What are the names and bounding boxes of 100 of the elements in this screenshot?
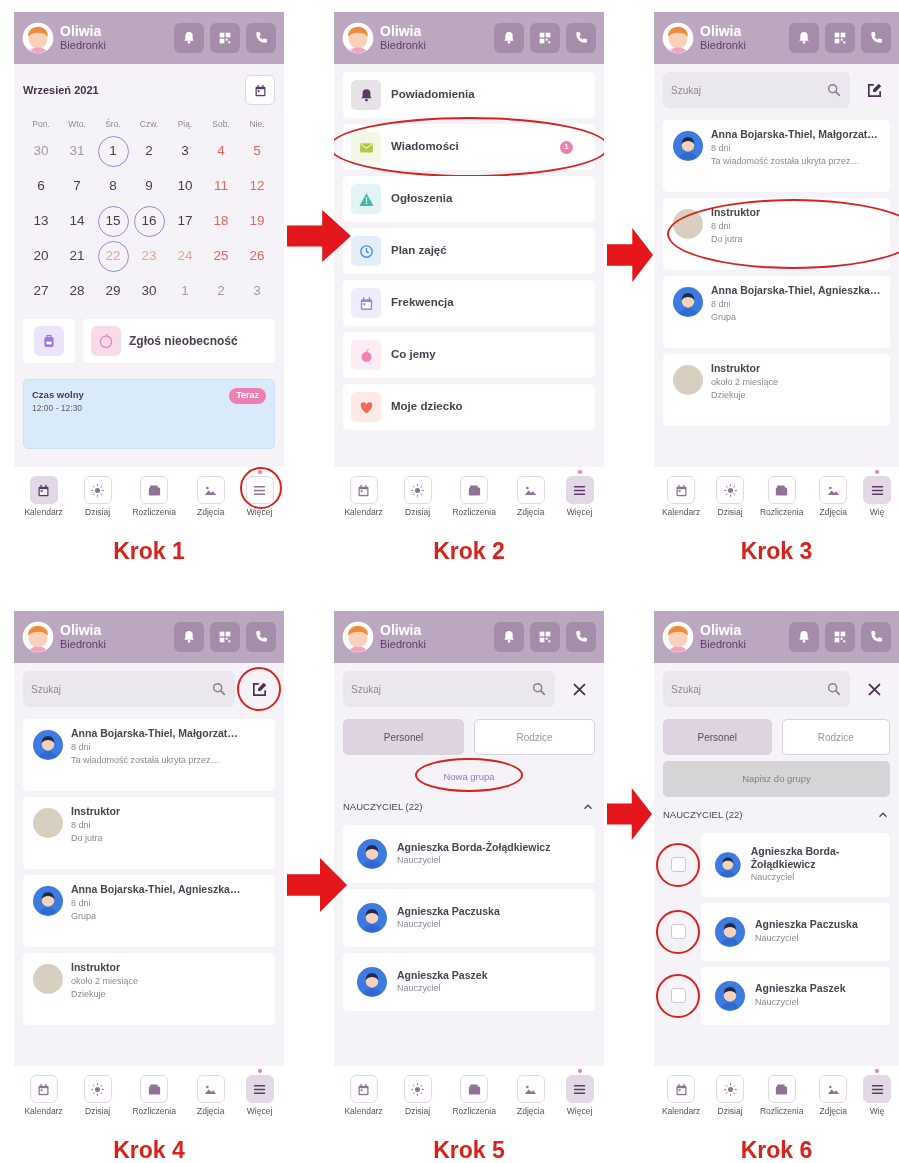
checkbox[interactable]	[670, 857, 686, 873]
conversation-item[interactable]: Anna Bojarska-Thiel, Małgorzat… 8 dni Ta wiadomość została ukryta przez…	[663, 120, 890, 192]
qr-code-button[interactable]	[210, 23, 240, 53]
calendar-day[interactable]: 14	[61, 206, 93, 237]
calendar-day[interactable]: 6	[25, 171, 57, 202]
sun-icon	[410, 1081, 426, 1097]
calendar-icon	[36, 1081, 52, 1097]
nav-tab[interactable]: Kalendarz	[661, 476, 701, 518]
backpack-button[interactable]	[23, 319, 75, 363]
nav-tab[interactable]: Rozliczenia	[759, 476, 804, 518]
step-arrow	[607, 788, 652, 840]
menu-item[interactable]: Ogłoszenia	[343, 176, 595, 222]
nav-tab[interactable]: Rozliczenia	[759, 1075, 804, 1117]
nav-tab[interactable]: Kalendarz	[344, 1075, 383, 1117]
section-title: NAUCZYCIEL (22)	[343, 800, 423, 815]
report-absence-button[interactable]: Zgłoś nieobecność	[83, 319, 275, 363]
contact-item[interactable]: Agnieszka Paczuska Nauczyciel	[701, 902, 890, 961]
conversation-item[interactable]: Instruktor 8 dni Do jutra	[663, 198, 890, 270]
bell-button[interactable]	[174, 622, 204, 652]
group-name: Biedronki	[380, 39, 427, 53]
bell-icon	[796, 30, 812, 46]
menu-item[interactable]: Frekwencja	[343, 280, 595, 326]
contact-item[interactable]: Agnieszka Borda-Żołądkiewicz Nauczyciel	[343, 825, 595, 884]
calendar-day[interactable]: 29	[97, 276, 129, 307]
conversation-item[interactable]: Instruktor około 2 miesiące Dziekuje	[663, 354, 890, 426]
qr-code-button[interactable]	[825, 622, 855, 652]
conversation-item[interactable]: Anna Bojarska-Thiel, Agnieszka… 8 dni Grupa	[23, 875, 275, 947]
menu-item[interactable]: Powiadomienia	[343, 72, 595, 118]
bell-button[interactable]	[174, 23, 204, 53]
bell-button[interactable]	[494, 23, 524, 53]
calendar-day[interactable]: 8	[97, 171, 129, 202]
calendar-day[interactable]: 2	[133, 136, 165, 167]
calendar-day[interactable]: 13	[25, 206, 57, 237]
search-field[interactable]: Szukaj	[23, 671, 235, 707]
checkbox[interactable]	[670, 988, 686, 1004]
calendar-day[interactable]: 17	[169, 206, 201, 237]
nav-tab[interactable]: Rozliczenia	[132, 476, 176, 518]
conversation-item[interactable]: Instruktor około 2 miesiące Dziekuje	[23, 953, 275, 1025]
child-name: Oliwia	[700, 622, 743, 639]
step-caption: Krok 5	[433, 1139, 505, 1162]
bell-icon	[796, 629, 812, 645]
menu-item[interactable]: Wiadomości 1	[343, 124, 595, 170]
conversation-item[interactable]: Anna Bojarska-Thiel, Agnieszka… 8 dni Grupa	[663, 276, 890, 348]
phone-button[interactable]	[861, 23, 891, 53]
person-avatar-icon	[673, 287, 703, 317]
checkbox[interactable]	[670, 924, 686, 940]
phone-button[interactable]	[861, 622, 891, 652]
menu-item[interactable]: Plan zajęć	[343, 228, 595, 274]
phone-button[interactable]	[246, 622, 276, 652]
message-time: około 2 miesiące	[711, 375, 779, 389]
calendar-day[interactable]: 10	[169, 171, 201, 202]
contact-item[interactable]: Agnieszka Paszek Nauczyciel	[701, 966, 890, 1025]
event-card[interactable]: Czas wolny 12:00 - 12:30 Teraz	[23, 379, 275, 449]
bell-button[interactable]	[789, 622, 819, 652]
calendar-button[interactable]	[245, 75, 275, 105]
conversation-item[interactable]: Instruktor 8 dni Do jutra	[23, 797, 275, 869]
bell-button[interactable]	[494, 622, 524, 652]
calendar-day[interactable]: 21	[61, 241, 93, 272]
nav-tab[interactable]: Kalendarz	[661, 1075, 701, 1117]
phone-button[interactable]	[566, 622, 596, 652]
phone-button[interactable]	[566, 23, 596, 53]
calendar-day[interactable]: 27	[25, 276, 57, 307]
search-field[interactable]: Szukaj	[343, 671, 555, 707]
search-field[interactable]: Szukaj	[663, 72, 850, 108]
phone-button[interactable]	[246, 23, 276, 53]
search-field[interactable]: Szukaj	[663, 671, 850, 707]
menu-item[interactable]: Moje dziecko	[343, 384, 595, 430]
calendar-day[interactable]: 3	[169, 136, 201, 167]
qr-code-button[interactable]	[825, 23, 855, 53]
contact-item[interactable]: Agnieszka Paszek Nauczyciel	[343, 953, 595, 1012]
message-time: 8 dni	[711, 219, 732, 233]
calendar-day[interactable]: 20	[25, 241, 57, 272]
message-time: 8 dni	[71, 740, 92, 754]
nav-tab[interactable]: Kalendarz	[24, 476, 63, 518]
step-arrow	[607, 228, 653, 282]
qr-code-button[interactable]	[210, 622, 240, 652]
calendar-day[interactable]: 9	[133, 171, 165, 202]
nav-tab[interactable]: Kalendarz	[344, 476, 383, 518]
calendar-day[interactable]: 7	[61, 171, 93, 202]
nav-tab[interactable]: Rozliczenia	[452, 1075, 496, 1117]
backpack-icon	[41, 333, 57, 349]
bell-button[interactable]	[789, 23, 819, 53]
conversation-item[interactable]: Anna Bojarska-Thiel, Małgorzat… 8 dni Ta wiadomość została ukryta przez…	[23, 719, 275, 791]
child-name: Oliwia	[380, 622, 423, 639]
contact-item[interactable]: Agnieszka Borda-Żołądkiewicz Nauczyciel	[701, 833, 890, 897]
sun-icon	[722, 1081, 738, 1097]
calendar-day[interactable]: 30	[133, 276, 165, 307]
calendar-day[interactable]: 28	[61, 276, 93, 307]
menu-item[interactable]: Co jemy	[343, 332, 595, 378]
nav-tab[interactable]: Rozliczenia	[132, 1075, 176, 1117]
contact-role: Nauczyciel	[755, 995, 800, 1009]
segment-tab[interactable]: Personel	[343, 719, 464, 755]
weekday-label: Pon.	[32, 118, 50, 131]
segment-tab[interactable]: Personel	[663, 719, 772, 755]
nav-tab[interactable]: Rozliczenia	[452, 476, 496, 518]
qr-code-button[interactable]	[530, 622, 560, 652]
qr-code-icon	[832, 30, 848, 46]
qr-code-button[interactable]	[530, 23, 560, 53]
nav-tab[interactable]: Kalendarz	[24, 1075, 63, 1117]
contact-item[interactable]: Agnieszka Paczuska Nauczyciel	[343, 889, 595, 948]
